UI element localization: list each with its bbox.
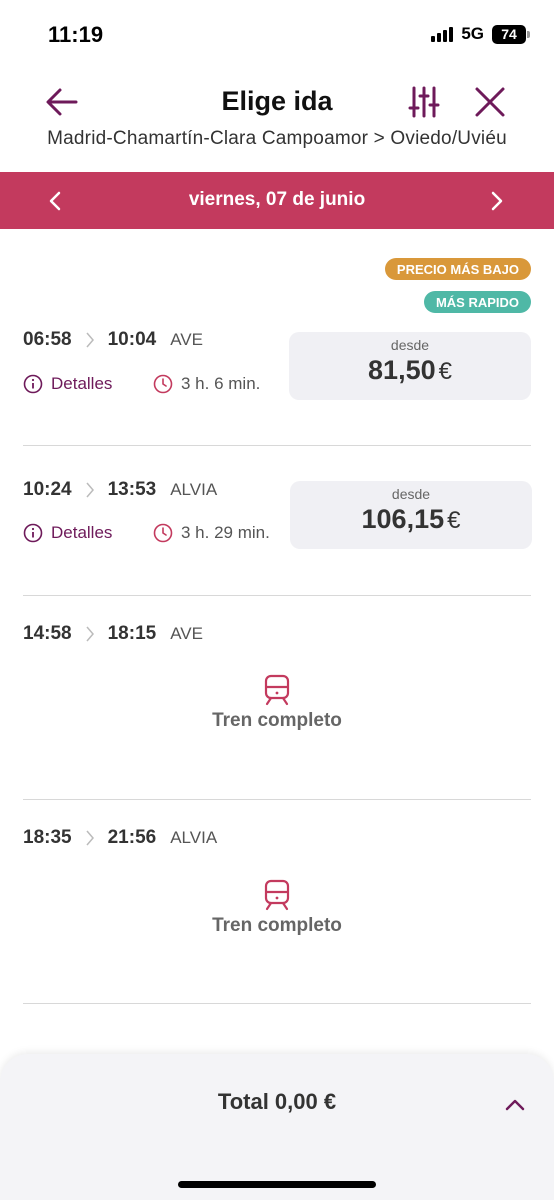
arrival-time: 10:04 <box>107 329 157 350</box>
train-full-status: Tren completo <box>0 879 554 937</box>
departure-time: 18:35 <box>23 827 72 848</box>
price: 106,15 € <box>290 504 532 535</box>
chevron-right-icon <box>86 482 94 498</box>
total-sheet[interactable]: Total 0,00 € <box>0 1054 554 1200</box>
train-icon <box>264 879 290 911</box>
page-title: Elige ida <box>221 86 333 116</box>
train-type: ALVIA <box>170 480 218 499</box>
cheapest-badge: PRECIO MÁS BAJO <box>384 258 531 280</box>
sliders-icon <box>408 86 440 118</box>
train-type: AVE <box>170 330 203 349</box>
arrival-time: 13:53 <box>107 479 157 500</box>
price-value: 106,15 <box>361 504 445 534</box>
filter-button[interactable] <box>406 84 442 120</box>
chevron-right-icon <box>86 626 94 642</box>
battery-level: 74 <box>501 26 517 42</box>
price-from-label: desde <box>391 486 431 502</box>
status-icons: 5G 74 <box>431 24 530 44</box>
duration-label: 3 h. 6 min. <box>181 374 261 393</box>
divider <box>23 1003 531 1004</box>
departure-time: 14:58 <box>23 623 72 644</box>
train-full-label: Tren completo <box>212 915 342 936</box>
departure-time: 06:58 <box>23 329 72 350</box>
expand-button[interactable] <box>500 1090 530 1120</box>
total-label: Total 0,00 € <box>217 1089 337 1114</box>
price: 81,50 € <box>289 355 531 386</box>
currency: € <box>438 358 452 385</box>
chevron-right-icon <box>86 830 94 846</box>
signal-icon <box>431 26 454 42</box>
train-full-label: Tren completo <box>212 710 342 731</box>
network-label: 5G <box>461 24 484 43</box>
close-button[interactable] <box>472 84 508 120</box>
chevron-right-icon <box>491 191 503 211</box>
departure-time: 10:24 <box>23 479 72 500</box>
duration: 3 h. 6 min. <box>153 374 260 394</box>
trip-times: 10:24 13:53 ALVIA <box>23 479 217 501</box>
status-bar: 11:19 5G 74 <box>0 0 554 70</box>
divider <box>23 799 531 800</box>
selected-date: viernes, 07 de junio <box>188 189 366 210</box>
train-type: AVE <box>170 624 203 643</box>
trip-times: 18:35 21:56 ALVIA <box>23 827 217 849</box>
info-icon <box>23 374 43 394</box>
train-icon <box>264 674 290 706</box>
home-indicator[interactable] <box>178 1181 376 1188</box>
header: Elige ida Madrid-Chamartín-Clara Campoam… <box>0 70 554 170</box>
chevron-up-icon <box>505 1099 525 1111</box>
train-full-status: Tren completo <box>0 674 554 732</box>
currency: € <box>447 507 461 534</box>
info-icon <box>23 523 43 543</box>
status-time: 11:19 <box>48 22 104 47</box>
chevron-right-icon <box>86 332 94 348</box>
arrival-time: 21:56 <box>107 827 157 848</box>
trip-times: 14:58 18:15 AVE <box>23 623 203 645</box>
price-value: 81,50 <box>368 355 436 385</box>
details-link[interactable]: Detalles <box>23 374 112 394</box>
details-link[interactable]: Detalles <box>23 523 112 543</box>
fastest-badge: MÁS RAPIDO <box>423 291 531 313</box>
price-from-label: desde <box>390 337 430 353</box>
clock-icon <box>153 523 173 543</box>
details-label: Detalles <box>51 374 113 393</box>
divider <box>23 595 531 596</box>
train-type: ALVIA <box>170 828 218 847</box>
battery-icon: 74 <box>492 24 530 44</box>
close-icon <box>475 87 505 117</box>
arrival-time: 18:15 <box>107 623 157 644</box>
clock-icon <box>153 374 173 394</box>
date-bar: viernes, 07 de junio <box>0 172 554 229</box>
details-label: Detalles <box>51 523 113 542</box>
trip-times: 06:58 10:04 AVE <box>23 329 203 351</box>
divider <box>23 445 531 446</box>
route-label: Madrid-Chamartín-Clara Campoamor > Ovied… <box>47 128 507 149</box>
next-day-button[interactable] <box>482 186 512 216</box>
duration-label: 3 h. 29 min. <box>181 523 270 542</box>
price-box[interactable]: desde 81,50 € <box>289 332 531 400</box>
price-box[interactable]: desde 106,15 € <box>290 481 532 549</box>
duration: 3 h. 29 min. <box>153 523 270 543</box>
